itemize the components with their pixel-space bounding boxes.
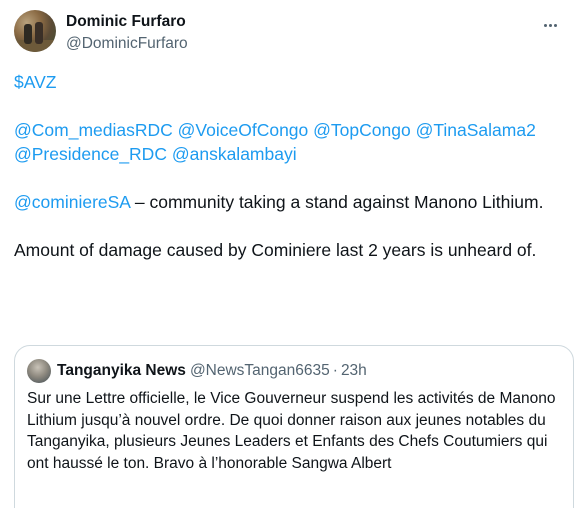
quoted-author-avatar bbox=[27, 359, 51, 383]
separator-dot: · bbox=[332, 362, 338, 379]
quoted-tweet-time: 23h bbox=[340, 362, 367, 379]
mention-link[interactable]: @Presidence_RDC bbox=[14, 144, 167, 164]
more-dot bbox=[543, 23, 547, 27]
more-dot bbox=[553, 23, 557, 27]
author-name[interactable]: Dominic Furfaro bbox=[66, 12, 186, 32]
mention-link[interactable]: @TinaSalama2 bbox=[416, 120, 536, 140]
tweet-paragraph: Amount of damage caused by Cominiere las… bbox=[14, 240, 537, 260]
avatar-figure-2 bbox=[35, 22, 43, 44]
quoted-tweet-card[interactable]: Tanganyika News @NewsTangan6635 · 23h Su… bbox=[14, 345, 574, 508]
quoted-tweet-header: Tanganyika News @NewsTangan6635 · 23h bbox=[27, 358, 561, 384]
tweet-header: Dominic Furfaro @DominicFurfaro bbox=[14, 10, 563, 58]
more-horizontal-icon[interactable] bbox=[539, 14, 561, 36]
author-handle[interactable]: @DominicFurfaro bbox=[66, 34, 188, 54]
avatar-figure-1 bbox=[24, 24, 32, 44]
cashtag-link[interactable]: $AVZ bbox=[14, 72, 56, 92]
quoted-tweet-text: Sur une Lettre officielle, le Vice Gouve… bbox=[27, 390, 556, 472]
more-dot bbox=[548, 23, 552, 27]
mention-link[interactable]: @VoiceOfCongo bbox=[178, 120, 309, 140]
mention-link[interactable]: @TopCongo bbox=[313, 120, 411, 140]
mention-link[interactable]: @Com_mediasRDC bbox=[14, 120, 173, 140]
author-avatar[interactable] bbox=[14, 10, 56, 52]
mention-link[interactable]: @anskalambayi bbox=[172, 144, 297, 164]
quoted-author-handle: @NewsTangan6635 bbox=[189, 362, 330, 379]
mention-link[interactable]: @cominiereSA bbox=[14, 192, 130, 212]
quoted-author-name: Tanganyika News bbox=[57, 362, 186, 379]
tweet-text: $AVZ @Com_mediasRDC @VoiceOfCongo @TopCo… bbox=[14, 70, 569, 262]
tweet-paragraph: – community taking a stand against Manon… bbox=[130, 192, 544, 212]
